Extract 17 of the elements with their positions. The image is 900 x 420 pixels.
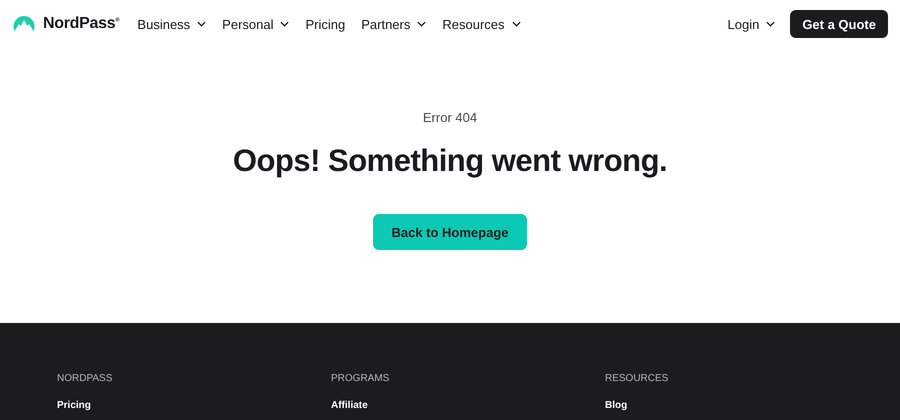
nav-link[interactable]: Personal: [222, 16, 290, 32]
back-to-homepage-button[interactable]: Back to Homepage: [373, 214, 527, 250]
footer-heading: NORDPASS: [57, 373, 114, 384]
footer-heading: RESOURCES: [605, 373, 670, 384]
brand-link[interactable]: NordPass$^{®}$: [43, 15, 120, 33]
error-code: Error 404: [422, 110, 478, 125]
nav-link[interactable]: Business: [137, 16, 206, 32]
footer-link[interactable]: Blog: [605, 400, 879, 412]
get-quote-button[interactable]: Get a Quote: [790, 10, 888, 38]
footer-heading: PROGRAMS: [331, 373, 390, 384]
footer-link[interactable]: Pricing: [57, 400, 331, 412]
nav-link[interactable]: Resources: [442, 16, 521, 32]
error-heading: Oops! Something went wrong.: [232, 143, 668, 179]
footer-link[interactable]: Affiliate: [331, 400, 605, 412]
nav-link[interactable]: Partners: [361, 16, 426, 32]
login-link[interactable]: Login: [728, 16, 776, 32]
nav-link[interactable]: Pricing: [305, 16, 346, 32]
